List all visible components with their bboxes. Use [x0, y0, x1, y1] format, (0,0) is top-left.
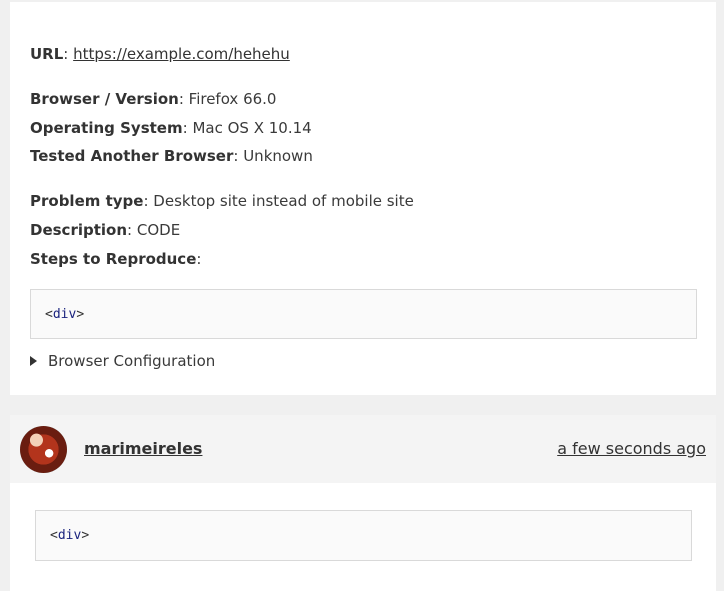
browser-configuration-toggle[interactable]: Browser Configuration	[30, 351, 215, 371]
tested-row: Tested Another Browser: Unknown	[30, 147, 313, 165]
url-label: URL	[30, 45, 64, 63]
disclosure-triangle-icon	[30, 356, 37, 366]
steps-label: Steps to Reproduce	[30, 250, 197, 268]
os-row: Operating System: Mac OS X 10.14	[30, 119, 312, 137]
browser-configuration-label: Browser Configuration	[48, 352, 216, 370]
code-block: < div >	[30, 289, 697, 339]
code-tag-name: div	[52, 306, 77, 322]
os-label: Operating System	[30, 119, 183, 137]
issue-body: URL: https://example.com/hehehu Browser …	[10, 2, 716, 395]
browser-label: Browser / Version	[30, 90, 179, 108]
browser-row: Browser / Version: Firefox 66.0	[30, 90, 277, 108]
description-value: CODE	[136, 221, 181, 239]
description-row: Description: CODE	[30, 221, 181, 239]
comment-code-open-bracket: <	[50, 528, 58, 543]
tested-value: Unknown	[243, 147, 313, 165]
comment-code-block: < div >	[35, 510, 692, 561]
comment-code-text: < div >	[50, 511, 89, 560]
comment-code-tag-name: div	[57, 528, 82, 543]
steps-row: Steps to Reproduce:	[30, 250, 202, 268]
comment-header: marimeireles a few seconds ago	[10, 415, 716, 483]
comment-body: < div >	[10, 483, 716, 591]
avatar[interactable]	[20, 426, 67, 473]
url-row: URL: https://example.com/hehehu	[30, 45, 290, 63]
comment-code-close-bracket: >	[81, 528, 90, 543]
problem-value: Desktop site instead of mobile site	[153, 192, 414, 210]
url-link[interactable]: https://example.com/hehehu	[73, 45, 290, 63]
problem-label: Problem type	[30, 192, 144, 210]
description-label: Description	[30, 221, 128, 239]
problem-row: Problem type: Desktop site instead of mo…	[30, 192, 414, 210]
code-open-bracket: <	[45, 306, 53, 322]
browser-value: Firefox 66.0	[188, 90, 277, 108]
code-text: < div >	[45, 290, 84, 338]
os-value: Mac OS X 10.14	[192, 119, 312, 137]
tested-label: Tested Another Browser	[30, 147, 234, 165]
code-close-bracket: >	[76, 306, 85, 322]
comment-timestamp-link[interactable]: a few seconds ago	[557, 439, 706, 459]
comment-author-link[interactable]: marimeireles	[84, 439, 202, 459]
